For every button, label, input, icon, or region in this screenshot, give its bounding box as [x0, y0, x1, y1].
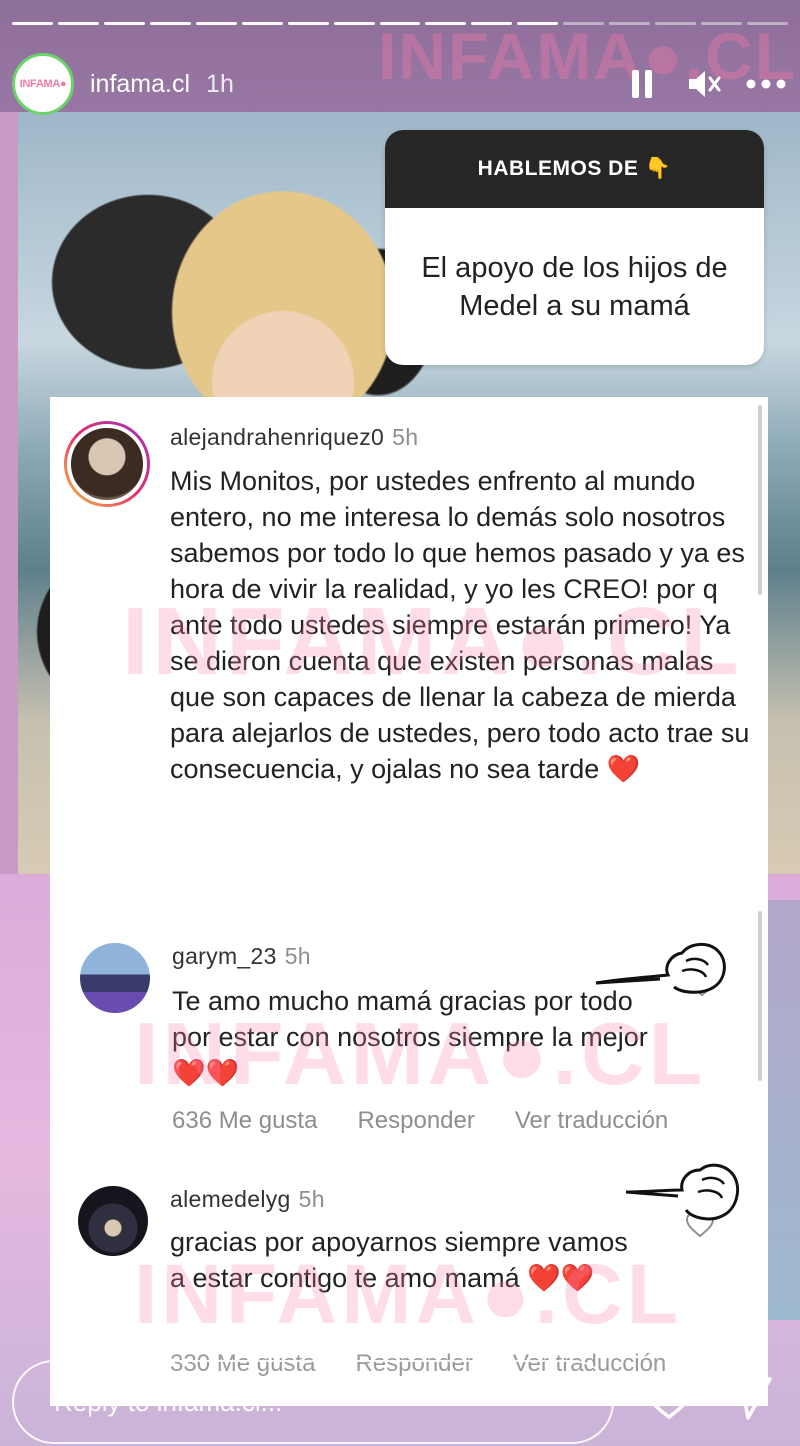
commenter-avatar[interactable] — [80, 943, 150, 1013]
progress-segment — [379, 22, 421, 25]
commenter-avatar[interactable] — [64, 421, 150, 507]
progress-segment — [333, 22, 375, 25]
comment-username-line: alemedelyg 5h — [170, 1186, 325, 1213]
progress-segment — [747, 22, 788, 25]
comment-username-line: garym_23 5h — [172, 943, 311, 970]
heart-emoji: ❤️❤️ — [527, 1263, 595, 1293]
progress-segment — [701, 22, 742, 25]
more-icon[interactable] — [746, 64, 786, 104]
progress-segment — [563, 22, 605, 25]
story-header: INFAMA● infama.cl 1h — [12, 52, 786, 116]
comment-username[interactable]: garym_23 — [172, 943, 277, 969]
comment-time-ago: 5h — [298, 1186, 325, 1212]
comment-text: Mis Monitos, por ustedes enfrento al mun… — [170, 463, 750, 787]
account-avatar[interactable]: INFAMA● — [12, 53, 74, 115]
mute-icon[interactable] — [684, 64, 724, 104]
progress-segment — [655, 22, 697, 25]
progress-segment — [103, 22, 145, 25]
comment-time-ago: 5h — [284, 943, 311, 969]
progress-segment — [425, 22, 467, 25]
reply-input[interactable] — [54, 1386, 612, 1418]
comment-scrollbar — [758, 405, 762, 595]
question-sticker-body: El apoyo de los hijos de Medel a su mamá — [421, 251, 728, 322]
heart-icon[interactable] — [645, 1376, 693, 1420]
progress-segment — [609, 22, 651, 25]
comment-username-line: alejandrahenriquez0 5h — [170, 424, 418, 451]
progress-segment — [149, 22, 191, 25]
progress-segment — [195, 22, 237, 25]
progress-segment — [471, 22, 513, 25]
background-strip-left — [0, 112, 18, 874]
comment-text: Te amo mucho mamá gracias por todo por e… — [172, 983, 652, 1091]
progress-segment — [517, 22, 559, 25]
translate-link[interactable]: Ver traducción — [515, 1107, 668, 1135]
reply-bar — [12, 1360, 614, 1444]
heart-emoji: ❤️ — [606, 754, 641, 784]
story-time-ago: 1h — [206, 69, 234, 98]
comment-card: garym_23 5h Te amo mucho mamá gracias por… — [50, 903, 768, 1158]
question-sticker-header: HABLEMOS DE 👇 — [385, 130, 764, 208]
progress-segment — [287, 22, 329, 25]
heart-emoji: ❤️❤️ — [172, 1058, 240, 1088]
send-icon[interactable] — [726, 1376, 772, 1420]
question-sticker: HABLEMOS DE 👇 El apoyo de los hijos de M… — [385, 130, 764, 365]
commenter-avatar[interactable] — [78, 1186, 148, 1256]
avatar-logo-text: INFAMA● — [19, 78, 67, 90]
reply-link[interactable]: Responder — [357, 1107, 474, 1135]
progress-segment — [241, 22, 283, 25]
pause-icon[interactable] — [622, 64, 662, 104]
pointing-hand-icon — [625, 1163, 739, 1221]
comment-body: Mis Monitos, por ustedes enfrento al mun… — [170, 466, 750, 784]
pointing-hand-icon — [595, 943, 726, 994]
likes-count[interactable]: 636 Me gusta — [172, 1107, 317, 1135]
comment-username[interactable]: alejandrahenriquez0 — [170, 424, 384, 450]
comment-body: Te amo mucho mamá gracias por todo por e… — [172, 986, 648, 1052]
story-username[interactable]: infama.cl — [90, 70, 190, 99]
background-strip-right — [768, 900, 800, 1320]
progress-segment — [57, 22, 99, 25]
progress-segment — [12, 22, 53, 25]
comment-time-ago: 5h — [392, 424, 419, 450]
comment-actions: 636 Me gusta Responder Ver traducción — [172, 1107, 708, 1135]
story-progress-bar — [12, 22, 788, 26]
comment-scrollbar — [758, 911, 762, 1081]
comment-text: gracias por apoyarnos siempre vamos a es… — [170, 1224, 650, 1296]
comment-username[interactable]: alemedelyg — [170, 1186, 291, 1212]
comment-card: alejandrahenriquez0 5h Mis Monitos, por u… — [50, 397, 768, 905]
